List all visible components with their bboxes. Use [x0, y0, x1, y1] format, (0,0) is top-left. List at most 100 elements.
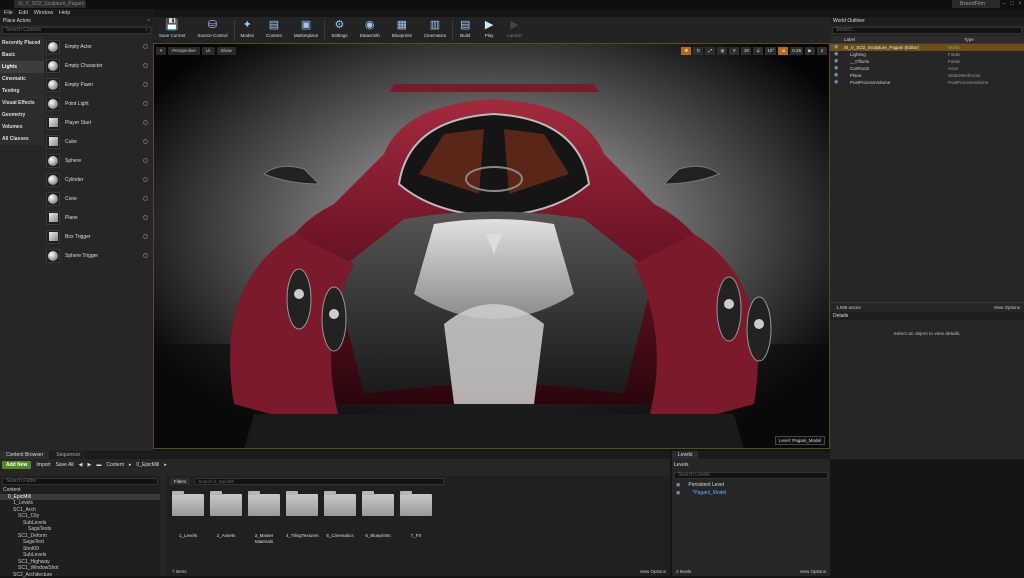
actor-item[interactable]: Empty Character — [46, 56, 152, 75]
info-icon[interactable] — [143, 215, 148, 220]
info-icon[interactable] — [143, 82, 148, 87]
menu-help[interactable]: Help — [59, 9, 70, 17]
show-button[interactable]: Show — [217, 47, 236, 55]
breadcrumb-content[interactable]: Content — [106, 462, 124, 468]
info-icon[interactable] — [143, 44, 148, 49]
toolbar-datasmith-button[interactable]: ◉Datasmith — [360, 17, 380, 43]
class-search-input[interactable]: Search Classes ⌕ — [2, 27, 151, 34]
close-icon[interactable]: × — [1016, 0, 1024, 8]
category-item[interactable]: Basic — [0, 49, 44, 61]
actor-item[interactable]: Cube — [46, 132, 152, 151]
toolbar-play-button[interactable]: ▶Play — [483, 17, 495, 43]
info-icon[interactable] — [143, 139, 148, 144]
info-icon[interactable] — [143, 177, 148, 182]
grid-snap-icon[interactable]: # — [729, 47, 739, 55]
outliner-search-input[interactable]: Search... — [832, 27, 1022, 34]
level-viewport[interactable]: ▾ Perspective Lit Show ✥ ↻ ⤢ ◍ # 10 ∠ 10… — [153, 43, 830, 449]
back-icon[interactable]: ◀ — [79, 462, 83, 468]
folder-item[interactable]: 5_Cinematics — [324, 494, 356, 539]
folder-item[interactable]: 4_TilingTextures — [286, 494, 318, 539]
outliner-row[interactable]: ◉CarRoot2Actor — [830, 65, 1024, 72]
perspective-button[interactable]: Perspective — [168, 47, 200, 55]
folder-item[interactable]: 2_Assets — [210, 494, 242, 539]
actor-item[interactable]: Box Trigger — [46, 227, 152, 246]
toolbar-launch-button[interactable]: ▶Launch — [507, 17, 522, 43]
rotation-snap-icon[interactable]: ∠ — [753, 47, 763, 55]
world-icon[interactable]: ◍ — [717, 47, 727, 55]
actor-item[interactable]: Sphere Trigger — [46, 246, 152, 265]
asset-search-input[interactable]: Search 0_EpicMill — [194, 478, 444, 485]
tab-levels[interactable]: Levels — [672, 451, 698, 459]
import-button[interactable]: Import — [36, 462, 50, 468]
toolbar-modes-button[interactable]: ✦Modes — [241, 17, 255, 43]
save-all-button[interactable]: Save All — [56, 462, 74, 468]
category-item[interactable]: All Classes — [0, 133, 44, 145]
info-icon[interactable] — [143, 253, 148, 258]
outliner-row[interactable]: ◉PostProcessVolumePostProcessVolume — [830, 79, 1024, 86]
toolbar-blueprints-button[interactable]: ▦Blueprints — [392, 17, 412, 43]
scale-snap-icon[interactable]: ⇲ — [778, 47, 788, 55]
category-item[interactable]: Volumes — [0, 121, 44, 133]
category-item[interactable]: Cinematic — [0, 73, 44, 85]
camera-speed-value[interactable]: 2 — [817, 47, 827, 55]
info-icon[interactable] — [143, 120, 148, 125]
scale-snap-value[interactable]: 0.25 — [790, 47, 803, 55]
level-row[interactable]: ◉ Persistent Level — [672, 481, 830, 489]
toolbar-content-button[interactable]: ▤Content — [266, 17, 282, 43]
menu-edit[interactable]: Edit — [19, 9, 28, 17]
info-icon[interactable] — [143, 63, 148, 68]
filters-button[interactable]: Filters — [170, 478, 190, 485]
grid-size-value[interactable]: 10 — [741, 47, 751, 55]
toolbar-build-button[interactable]: ▤Build — [459, 17, 471, 43]
maximize-icon[interactable]: □ — [1008, 0, 1016, 8]
outliner-row[interactable]: ◉__OffsetsFolder — [830, 58, 1024, 65]
tab-content-browser[interactable]: Content Browser — [0, 451, 49, 459]
rotate-icon[interactable]: ↻ — [693, 47, 703, 55]
toolbar-marketplace-button[interactable]: ▣Marketplace — [294, 17, 319, 43]
breadcrumb-epicmill[interactable]: 0_EpicMill — [136, 462, 159, 468]
folder-item[interactable]: 7_FX — [400, 494, 432, 539]
lit-button[interactable]: Lit — [202, 47, 215, 55]
toolbar-source-control-button[interactable]: ⛁Source Control — [198, 17, 228, 43]
minimize-icon[interactable]: – — [1000, 0, 1008, 8]
category-item[interactable]: Visual Effects — [0, 97, 44, 109]
level-row[interactable]: ◉ *Pagani_Model — [672, 489, 830, 497]
viewport-menu-button[interactable]: ▾ — [156, 47, 166, 55]
type-column-header[interactable]: Type — [964, 36, 974, 43]
actor-item[interactable]: Empty Pawn — [46, 75, 152, 94]
levels-search-input[interactable]: Search Levels — [674, 472, 828, 479]
folder-item[interactable]: 1_Levels — [172, 494, 204, 539]
view-options-button[interactable]: View Options — [800, 567, 826, 576]
folder-item[interactable]: 6_BlueprInts — [362, 494, 394, 539]
brand-tab[interactable]: BrandFilm — [952, 0, 1000, 8]
info-icon[interactable] — [143, 196, 148, 201]
toolbar-cinematics-button[interactable]: ▥Cinematics — [424, 17, 446, 43]
actor-item[interactable]: Cone — [46, 189, 152, 208]
toolbar-settings-button[interactable]: ⚙Settings — [331, 17, 347, 43]
info-icon[interactable] — [143, 158, 148, 163]
rotation-snap-value[interactable]: 10° — [765, 47, 776, 55]
info-icon[interactable] — [143, 101, 148, 106]
search-paths-input[interactable]: Search Paths — [2, 478, 158, 485]
actor-item[interactable]: Cylinder — [46, 170, 152, 189]
close-icon[interactable]: × — [147, 17, 150, 25]
document-tab[interactable]: SI_V_SO2_Sculpture_Pagani — [14, 0, 86, 8]
levels-menu-button[interactable]: Levels — [674, 462, 688, 468]
info-icon[interactable] — [143, 234, 148, 239]
actor-item[interactable]: Plane — [46, 208, 152, 227]
menu-window[interactable]: Window — [34, 9, 54, 17]
category-item[interactable]: Recently Placed — [0, 37, 44, 49]
actor-item[interactable]: Point Light — [46, 94, 152, 113]
translate-icon[interactable]: ✥ — [681, 47, 691, 55]
view-options-button[interactable]: View Options — [640, 567, 666, 576]
menu-file[interactable]: File — [4, 9, 13, 17]
eye-icon[interactable]: ◉ — [676, 489, 680, 497]
tab-sequencer[interactable]: Sequencer — [50, 451, 86, 459]
forward-icon[interactable]: ▶ — [88, 462, 92, 468]
scale-icon[interactable]: ⤢ — [705, 47, 715, 55]
category-item[interactable]: Geometry — [0, 109, 44, 121]
add-new-button[interactable]: Add New — [2, 461, 31, 469]
outliner-row[interactable]: ◉LightingFolder — [830, 51, 1024, 58]
actor-item[interactable]: Sphere — [46, 151, 152, 170]
outliner-row[interactable]: ◉PlaneStaticMeshActor — [830, 72, 1024, 79]
